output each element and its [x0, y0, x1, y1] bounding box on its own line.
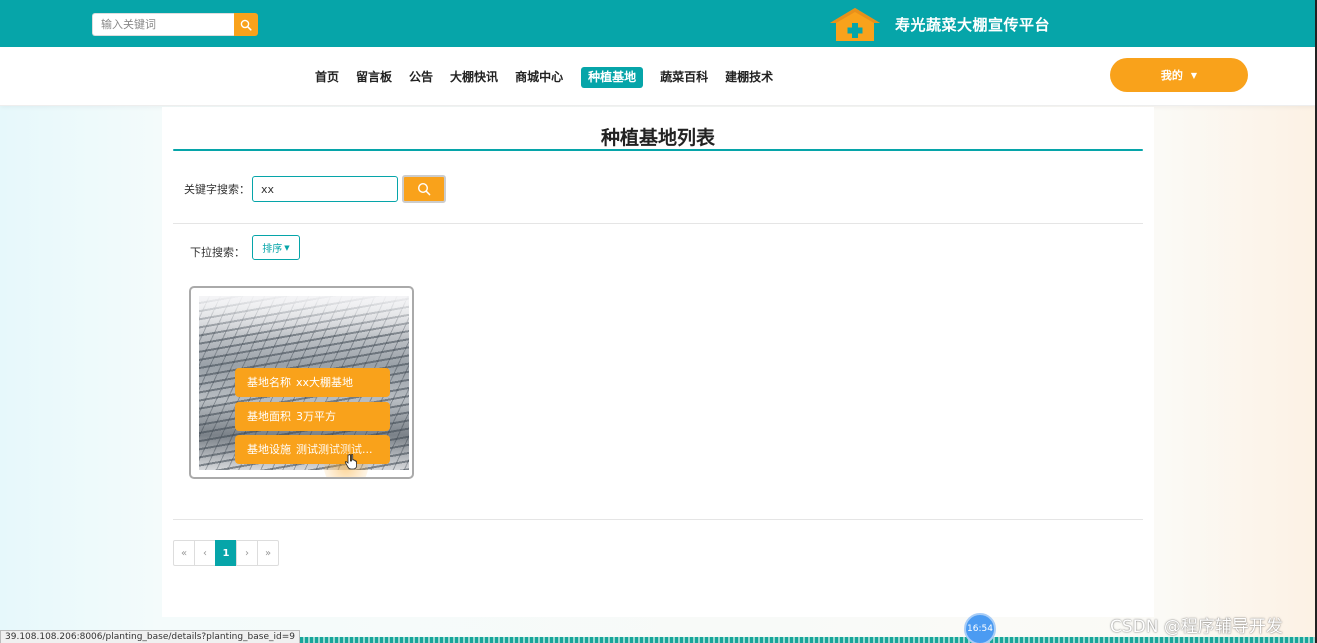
keyword-search-input[interactable] [252, 176, 398, 202]
search-icon [240, 19, 252, 31]
caret-down-icon: ▼ [284, 243, 290, 252]
base-area-key: 基地面积 [247, 410, 291, 423]
nav-item-home[interactable]: 首页 [307, 67, 347, 88]
nav-item-planting-base[interactable]: 种植基地 [581, 67, 644, 88]
pagination-last[interactable]: » [257, 540, 279, 566]
photo-haze [199, 296, 409, 336]
main-content: 种植基地列表 关键字搜索： 下拉搜索： 排序 ▼ 基地名称 xx大棚基地 基地面积… [162, 107, 1154, 617]
user-menu-label: 我的 [1160, 69, 1183, 82]
site-title: 寿光蔬菜大棚宣传平台 [895, 15, 1051, 34]
top-search-button[interactable] [234, 13, 258, 36]
planting-base-card[interactable]: 基地名称xx大棚基地 基地面积3万平方 基地设施测试测试测试... [189, 286, 414, 479]
top-search [92, 13, 258, 36]
sort-label: 排序 [262, 244, 283, 255]
keyword-search-label: 关键字搜索： [184, 183, 250, 196]
dropdown-search-label: 下拉搜索： [190, 246, 245, 259]
user-menu-button[interactable]: 我的 ▼ [1110, 58, 1248, 92]
divider [173, 519, 1143, 520]
hand-pointer-icon [344, 454, 357, 470]
pagination-next[interactable]: › [236, 540, 258, 566]
clock-badge: 16:54 [964, 613, 996, 643]
nav-item-message-board[interactable]: 留言板 [348, 67, 400, 88]
page-title: 种植基地列表 [600, 127, 715, 149]
base-name-key: 基地名称 [247, 376, 291, 389]
nav-items: 首页 留言板 公告 大棚快讯 商城中心 种植基地 蔬菜百科 建棚技术 [307, 67, 782, 88]
base-area-value: 3万平方 [296, 410, 336, 423]
house-logo-icon [828, 6, 882, 42]
pagination-prev[interactable]: ‹ [194, 540, 216, 566]
pagination-page-1[interactable]: 1 [215, 540, 237, 566]
nav-item-shop[interactable]: 商城中心 [507, 67, 571, 88]
pagination-first[interactable]: « [173, 540, 195, 566]
title-underline [173, 149, 1143, 151]
watermark: CSDN @程序辅导开发 [1110, 617, 1283, 637]
sort-dropdown[interactable]: 排序 ▼ [252, 235, 300, 260]
base-name-value: xx大棚基地 [296, 376, 354, 389]
divider [173, 223, 1143, 224]
main-nav: 首页 留言板 公告 大棚快讯 商城中心 种植基地 蔬菜百科 建棚技术 我的 ▼ [0, 47, 1317, 106]
top-search-input[interactable] [92, 13, 234, 36]
nav-item-announcements[interactable]: 公告 [401, 67, 441, 88]
search-icon [417, 182, 431, 196]
base-facility-key: 基地设施 [247, 443, 291, 456]
nav-item-vegetable-wiki[interactable]: 蔬菜百科 [652, 67, 716, 88]
nav-item-greenhouse-tech[interactable]: 建棚技术 [717, 67, 781, 88]
caret-down-icon: ▼ [1190, 70, 1198, 80]
brand: 寿光蔬菜大棚宣传平台 [828, 6, 1050, 42]
pagination: « ‹ 1 › » [173, 540, 279, 566]
nav-item-greenhouse-news[interactable]: 大棚快讯 [442, 67, 506, 88]
top-bar: 寿光蔬菜大棚宣传平台 [0, 0, 1317, 47]
base-name-pill: 基地名称 xx大棚基地 [235, 368, 390, 397]
status-bar-url: 39.108.108.206:8006/planting_base/detail… [0, 630, 300, 643]
keyword-search-button[interactable] [402, 175, 446, 203]
base-area-pill: 基地面积 3万平方 [235, 402, 390, 431]
